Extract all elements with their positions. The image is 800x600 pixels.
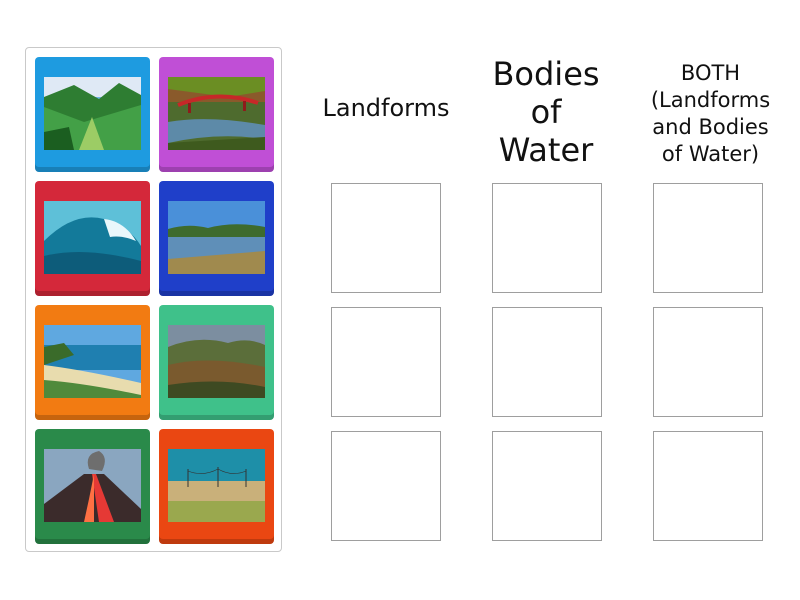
header-both-line-3: and Bodies xyxy=(652,115,769,139)
header-water-line-3: Water xyxy=(498,131,594,169)
hills-image xyxy=(168,325,265,398)
drop-zone-bodies-of-water-2[interactable] xyxy=(492,307,602,417)
card-tray xyxy=(25,47,282,552)
drop-zone-bodies-of-water-1[interactable] xyxy=(492,183,602,293)
drop-zone-bodies-of-water-3[interactable] xyxy=(492,431,602,541)
plains-image xyxy=(168,449,265,522)
header-bodies-of-water: Bodies of Water xyxy=(482,55,610,169)
header-both-line-1: BOTH xyxy=(680,61,741,85)
drop-zone-landforms-2[interactable] xyxy=(331,307,441,417)
header-landforms-label: Landforms xyxy=(322,94,450,122)
header-both-line-2: (Landforms xyxy=(650,88,771,112)
header-both: BOTH (Landforms and Bodies of Water) xyxy=(638,60,783,168)
beach-coast-image xyxy=(44,325,141,398)
card-river-bridge[interactable] xyxy=(159,57,274,172)
volcano-image xyxy=(44,449,141,522)
card-volcano[interactable] xyxy=(35,429,150,544)
header-both-line-4: of Water) xyxy=(661,142,760,166)
header-landforms: Landforms xyxy=(320,96,452,120)
header-water-line-2: of xyxy=(530,93,562,131)
card-lake[interactable] xyxy=(159,181,274,296)
card-plains[interactable] xyxy=(159,429,274,544)
drop-zone-landforms-1[interactable] xyxy=(331,183,441,293)
drop-zone-both-3[interactable] xyxy=(653,431,763,541)
drop-zone-both-1[interactable] xyxy=(653,183,763,293)
ocean-wave-image xyxy=(44,201,141,274)
drop-zone-landforms-3[interactable] xyxy=(331,431,441,541)
card-hills[interactable] xyxy=(159,305,274,420)
header-water-line-1: Bodies xyxy=(492,55,600,93)
drop-zone-both-2[interactable] xyxy=(653,307,763,417)
valley-image xyxy=(44,77,141,150)
card-ocean-wave[interactable] xyxy=(35,181,150,296)
sort-activity: Landforms Bodies of Water BOTH (Landform… xyxy=(0,0,800,600)
card-valley[interactable] xyxy=(35,57,150,172)
river-bridge-image xyxy=(168,77,265,150)
lake-image xyxy=(168,201,265,274)
card-beach-coast[interactable] xyxy=(35,305,150,420)
